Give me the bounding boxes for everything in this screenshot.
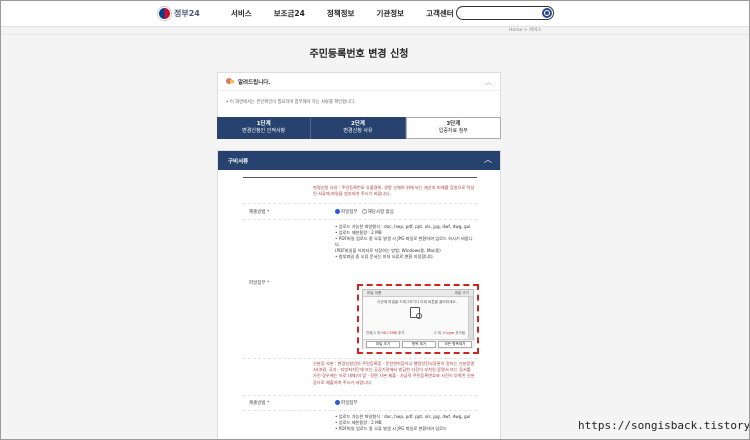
- guide-text-id-copy: 신분증 사본 : 변경신청인의 주민등록증 · 운전면허증이나 행정안전부장관이…: [313, 361, 475, 385]
- notice-text: • 이 화면에서는 본인확인이 필요하며 첨부해야 하는 서류를 확인합니다.: [226, 100, 356, 105]
- main-menu: 서비스 보조금24 정책정보 기관정보 고객센터: [231, 8, 476, 19]
- section-title: 구비서류: [228, 158, 249, 165]
- uploader-buttons: 파일 추가 항목 제거 모든 항목제거: [363, 339, 475, 349]
- status-text: 추가됨: [454, 331, 465, 335]
- nav-item-support[interactable]: 고객센터: [426, 8, 454, 19]
- upload-rule: • PDF파일 업로드 중 오류 발생 시 JPG 파일로 변환하여 업로드: [335, 426, 447, 432]
- add-file-button[interactable]: 파일 추가: [366, 341, 400, 348]
- nav-item-services[interactable]: 서비스: [231, 8, 252, 19]
- step-3-current: 3단계 입증자료 첨부: [405, 117, 501, 139]
- divider: [243, 410, 477, 411]
- step-1: 1단계 변경신청인 인적사항: [217, 117, 312, 139]
- step-indicator: 1단계 변경신청인 인적사항 2단계 변경신청 사유 3단계 입증자료 첨부: [217, 117, 501, 139]
- chevron-up-icon[interactable]: ︿: [485, 77, 492, 87]
- step-label: 입증자료 첨부: [438, 128, 468, 134]
- notice-title: 알려드립니다.: [238, 79, 271, 86]
- submit-method-radios: 파일첨부: [335, 400, 358, 406]
- step-number: 3단계: [446, 121, 461, 127]
- breadcrumb[interactable]: Home > 서비스: [509, 27, 541, 33]
- top-navigation: 정부24 서비스 보조금24 정책정보 기관정보 고객센터: [1, 1, 749, 27]
- radio-file-attach[interactable]: 파일첨부: [335, 400, 358, 406]
- section-header[interactable]: 구비서류 ︿: [218, 151, 500, 170]
- column-file-name: 파일 이름: [367, 290, 382, 295]
- status-text: 0 개,: [434, 331, 444, 335]
- documents-section: 구비서류 ︿ 변경신청 사유 : 주민등록번호 유출경위, 생명 신체의 위해 …: [217, 150, 501, 439]
- radio-dot: [335, 209, 340, 214]
- megaphone-icon: [226, 77, 235, 86]
- logo-text: 정부24: [174, 9, 200, 18]
- divider: [243, 395, 477, 396]
- divider: [243, 219, 477, 220]
- file-attach-label: 파일첨부 *: [249, 281, 270, 286]
- upload-rule: • PDF파일 업로드 중 오류 발생 시 JPG 파일로 변환하여 업로드 하…: [335, 236, 473, 248]
- column-file-size: 파일 크기: [454, 290, 469, 295]
- file-uploader-highlight: 파일 이름 파일 크기 이곳에 파일을 드래그하거나 아래 버튼을 클릭하세요.…: [357, 284, 479, 354]
- radio-label: 파일첨부: [341, 401, 358, 406]
- guide-text-reason: 변경신청 사유 : 주민등록번호 유출경위, 생명 신체의 위해 또는 재산의 …: [313, 185, 475, 197]
- notice-header[interactable]: 알려드립니다. ︿: [218, 73, 500, 91]
- page-title: 주민등록번호 변경 신청: [309, 49, 409, 60]
- file-drop-icon: [410, 307, 422, 319]
- radio-label: 파일첨부: [341, 210, 358, 215]
- site-logo[interactable]: 정부24: [158, 7, 200, 20]
- taegeuk-logo-icon: [158, 7, 171, 20]
- documents-form: 변경신청 사유 : 주민등록번호 유출경위, 생명 신체의 위해 또는 재산의 …: [243, 177, 479, 439]
- upload-rules-list: • 업로드 가능한 파일형식 : doc, hwp, pdf, ppt, xls…: [335, 224, 475, 261]
- submit-method-label: 제출방법 *: [249, 401, 270, 406]
- upload-rules-list: • 업로드 가능한 파일형식 : doc, hwp, pdf, ppt, xls…: [335, 414, 475, 432]
- radio-not-applicable[interactable]: 해당사항 없음: [361, 209, 394, 215]
- nav-item-subsidy[interactable]: 보조금24: [274, 8, 305, 19]
- drop-zone-text[interactable]: 이곳에 파일을 드래그하거나 아래 버튼을 클릭하세요.: [367, 300, 467, 305]
- uploader-header: 파일 이름 파일 크기: [363, 290, 473, 297]
- page-body: 주민등록번호 변경 신청 알려드립니다. ︿ • 이 화면에서는 본인확인이 필…: [1, 35, 749, 439]
- radio-dot: [335, 400, 340, 405]
- radio-dot: [361, 209, 367, 214]
- step-label: 변경신청 사유: [343, 128, 373, 134]
- nav-item-agency[interactable]: 기관정보: [376, 8, 404, 19]
- uploader-scrollbar[interactable]: [468, 297, 473, 339]
- breadcrumb-bar: Home > 서비스: [1, 27, 749, 35]
- upload-rule: • 첨부파일 중 오류 문서는 지처 오류로 변환 지정합니다.: [335, 254, 435, 260]
- status-size: 0 byte: [443, 331, 455, 335]
- status-size: 0B / 2MB: [381, 331, 397, 335]
- radio-label: 해당사항 없음: [367, 210, 394, 215]
- search-input[interactable]: [456, 6, 554, 20]
- chevron-up-icon[interactable]: ︿: [484, 154, 492, 165]
- status-text: 전체 0 개: [366, 331, 382, 335]
- file-uploader[interactable]: 파일 이름 파일 크기 이곳에 파일을 드래그하거나 아래 버튼을 클릭하세요.…: [362, 289, 475, 349]
- remove-all-button[interactable]: 모든 항목제거: [438, 341, 472, 348]
- step-label: 변경신청인 인적사항: [242, 128, 286, 134]
- uploader-total-status: 전체 0 개 0B / 2MB 추가: [366, 331, 404, 336]
- submit-method-radios: 파일첨부 해당사항 없음: [335, 209, 394, 215]
- divider: [243, 203, 477, 204]
- search-icon[interactable]: [542, 8, 552, 18]
- submit-method-label: 제출방법 *: [249, 210, 270, 215]
- step-number: 2단계: [351, 121, 365, 127]
- remove-item-button[interactable]: 항목 제거: [402, 341, 436, 348]
- status-text: 추가: [396, 331, 405, 335]
- main-content: 주민등록번호 변경 신청 알려드립니다. ︿ • 이 화면에서는 본인확인이 필…: [216, 35, 502, 439]
- radio-file-attach[interactable]: 파일첨부: [335, 209, 358, 215]
- step-2: 2단계 변경신청 사유: [311, 117, 406, 139]
- watermark-url: https://songisback.tistory.com/: [578, 419, 750, 432]
- divider: [243, 358, 477, 359]
- uploader-added-status: 0 개, 0 byte 추가됨: [434, 331, 465, 336]
- browser-frame: 정부24 서비스 보조금24 정책정보 기관정보 고객센터 Home > 서비스…: [0, 0, 750, 440]
- nav-item-policy[interactable]: 정책정보: [327, 8, 355, 19]
- step-number: 1단계: [256, 121, 271, 127]
